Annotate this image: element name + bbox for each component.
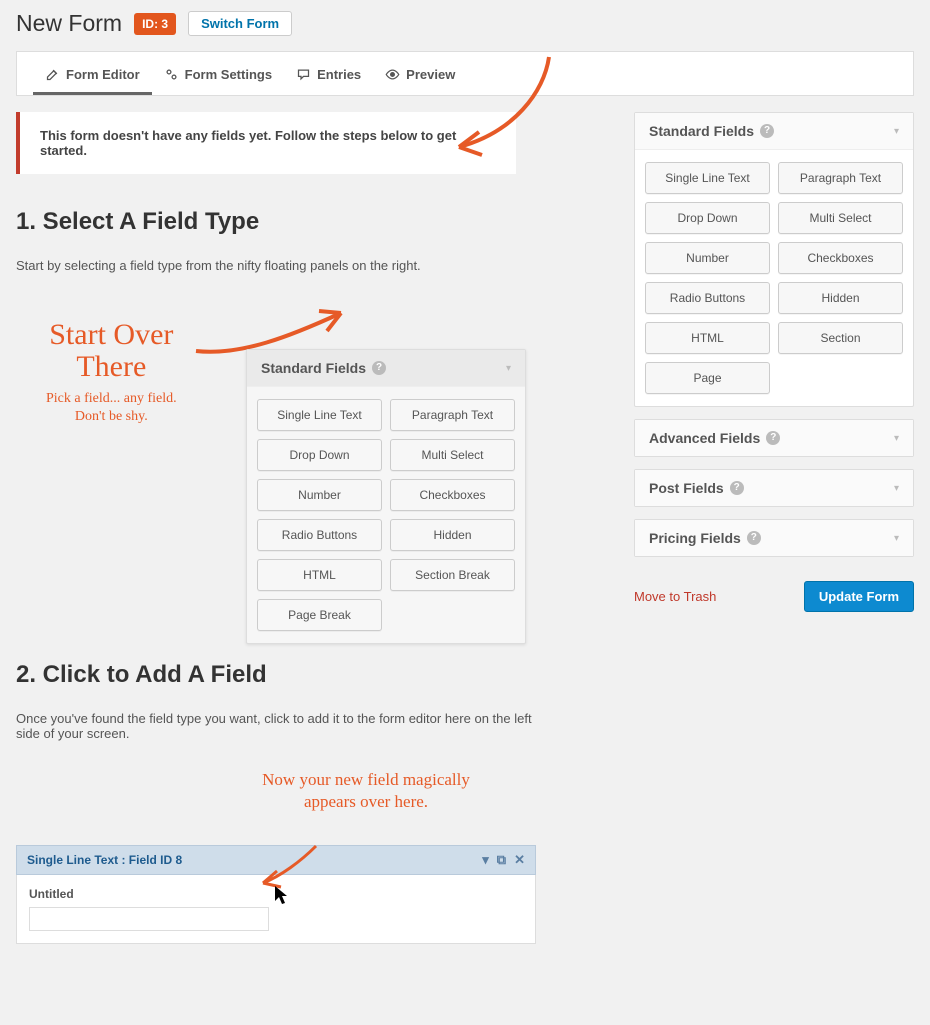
field-type-button[interactable]: Drop Down [257, 439, 382, 471]
standard-fields-panel: Standard Fields? ▾ Single Line Text Para… [634, 112, 914, 407]
advanced-fields-panel: Advanced Fields? ▾ [634, 419, 914, 457]
demo-standard-fields-panel: Standard Fields? ▾ Single Line Text Para… [246, 349, 526, 644]
chevron-down-icon: ▾ [894, 483, 899, 494]
field-type-button[interactable]: Page Break [257, 599, 382, 631]
step2-heading: 2. Click to Add A Field [16, 661, 614, 689]
chevron-down-icon: ▾ [894, 533, 899, 544]
field-type-button[interactable]: Paragraph Text [778, 162, 903, 194]
field-label: Untitled [29, 887, 523, 901]
panel-title-text: Standard Fields [261, 360, 366, 376]
field-type-button[interactable]: Single Line Text [257, 399, 382, 431]
close-icon[interactable]: ✕ [514, 852, 525, 868]
help-icon[interactable]: ? [372, 361, 386, 375]
pricing-fields-panel: Pricing Fields? ▾ [634, 519, 914, 557]
help-icon[interactable]: ? [730, 481, 744, 495]
update-form-button[interactable]: Update Form [804, 581, 914, 612]
step2-illustration: Now your new field magicallyappears over… [16, 769, 536, 944]
field-row-title: Single Line Text : Field ID 8 [27, 853, 182, 867]
panel-title-text: Post Fields [649, 480, 724, 496]
field-type-button[interactable]: Multi Select [390, 439, 515, 471]
page-title: New Form [16, 10, 122, 37]
help-icon[interactable]: ? [766, 431, 780, 445]
tabs-bar: Form Editor Form Settings Entries Previe… [16, 51, 914, 96]
field-type-button[interactable]: Single Line Text [645, 162, 770, 194]
field-row-body: Untitled [16, 875, 536, 944]
field-type-button[interactable]: Hidden [778, 282, 903, 314]
field-type-button[interactable]: Section [778, 322, 903, 354]
step2-desc: Once you've found the field type you wan… [16, 711, 536, 741]
panel-title-text: Advanced Fields [649, 430, 760, 446]
field-type-button[interactable]: Radio Buttons [257, 519, 382, 551]
field-row-header[interactable]: Single Line Text : Field ID 8 ▾ ⧉ ✕ [16, 845, 536, 875]
field-type-button[interactable]: Page [645, 362, 770, 394]
step1-desc: Start by selecting a field type from the… [16, 258, 614, 273]
empty-form-notice: This form doesn't have any fields yet. F… [16, 112, 516, 174]
panel-header[interactable]: Post Fields? ▾ [635, 470, 913, 506]
chevron-down-icon: ▾ [894, 126, 899, 137]
panel-header[interactable]: Advanced Fields? ▾ [635, 420, 913, 456]
gears-icon [164, 67, 179, 82]
form-id-badge: ID: 3 [134, 13, 176, 35]
speech-bubble-icon [296, 67, 311, 82]
field-type-button[interactable]: Radio Buttons [645, 282, 770, 314]
chevron-down-icon[interactable]: ▾ [482, 852, 489, 868]
panel-header[interactable]: Standard Fields? ▾ [635, 113, 913, 150]
panel-header[interactable]: Standard Fields? ▾ [247, 350, 525, 387]
step1-illustration: Start OverThere Pick a field... any fiel… [16, 301, 526, 651]
field-type-button[interactable]: Section Break [390, 559, 515, 591]
panel-header[interactable]: Pricing Fields? ▾ [635, 520, 913, 556]
handwriting-magically-appears: Now your new field magicallyappears over… [186, 769, 546, 813]
tab-form-settings[interactable]: Form Settings [152, 52, 284, 95]
tab-label: Entries [317, 67, 361, 82]
field-type-button[interactable]: Checkboxes [778, 242, 903, 274]
field-type-button[interactable]: HTML [645, 322, 770, 354]
field-type-button[interactable]: HTML [257, 559, 382, 591]
field-type-button[interactable]: Number [257, 479, 382, 511]
field-type-button[interactable]: Checkboxes [390, 479, 515, 511]
panel-title-text: Standard Fields [649, 123, 754, 139]
field-text-input[interactable] [29, 907, 269, 931]
post-fields-panel: Post Fields? ▾ [634, 469, 914, 507]
field-type-button[interactable]: Drop Down [645, 202, 770, 234]
help-icon[interactable]: ? [747, 531, 761, 545]
page-header: New Form ID: 3 Switch Form [16, 10, 914, 37]
field-type-button[interactable]: Number [645, 242, 770, 274]
move-to-trash-link[interactable]: Move to Trash [634, 589, 716, 604]
field-type-button[interactable]: Paragraph Text [390, 399, 515, 431]
eye-icon [385, 67, 400, 82]
tab-form-editor[interactable]: Form Editor [33, 52, 152, 95]
help-icon[interactable]: ? [760, 124, 774, 138]
field-type-button[interactable]: Hidden [390, 519, 515, 551]
pencil-icon [45, 67, 60, 82]
tab-label: Form Editor [66, 67, 140, 82]
chevron-down-icon: ▾ [506, 363, 511, 374]
panel-title-text: Pricing Fields [649, 530, 741, 546]
duplicate-icon[interactable]: ⧉ [497, 852, 506, 868]
handwriting-start-over-there: Start OverThere Pick a field... any fiel… [46, 319, 177, 426]
chevron-down-icon: ▾ [894, 433, 899, 444]
tab-label: Form Settings [185, 67, 272, 82]
tab-entries[interactable]: Entries [284, 52, 373, 95]
switch-form-button[interactable]: Switch Form [188, 11, 292, 36]
step1-heading: 1. Select A Field Type [16, 208, 614, 236]
tab-preview[interactable]: Preview [373, 52, 467, 95]
tab-label: Preview [406, 67, 455, 82]
field-type-button[interactable]: Multi Select [778, 202, 903, 234]
